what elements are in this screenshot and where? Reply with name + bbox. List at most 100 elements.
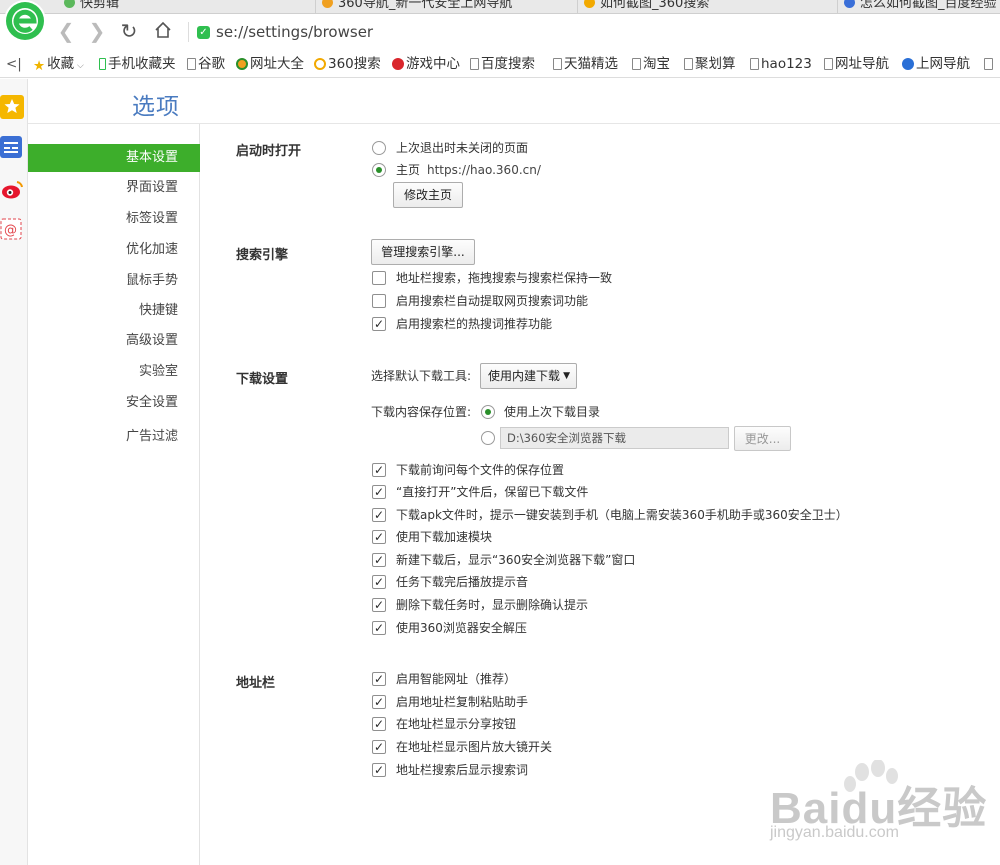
checkbox-accelerate[interactable]: ✓ [372,530,386,544]
checkbox-label: 启用搜索栏的热搜词推荐功能 [396,317,553,331]
tab-strip: 快剪辑 360导航_新一代安全上网导航 如何截图_360搜索 怎么如何截图_百度… [0,0,1000,14]
radio-home-page[interactable] [372,163,386,177]
bookmark-hao123[interactable]: hao123 [750,55,812,73]
checkbox-share-button[interactable]: ✓ [372,717,386,731]
favorites-star-icon[interactable] [0,95,24,119]
bookmark-label: 淘宝 [643,56,670,72]
download-location-label: 下载内容保存位置: [371,405,472,419]
bookmark-tmall[interactable]: 天猫精选 [553,55,618,73]
radio-custom-dir[interactable] [481,431,495,445]
back-button[interactable]: ❮ [55,20,77,42]
address-row: ❮ ❯ ↻ ✓ se://settings/browser [0,14,1000,50]
mail-at-icon[interactable]: @ [0,218,24,242]
bookmark-label: 收藏 [47,56,75,72]
page-icon [750,58,759,70]
radio-label: 使用上次下载目录 [504,405,601,419]
nav-item-security[interactable]: 安全设置 [28,389,200,417]
bookmarks-collapse-button[interactable]: <| [6,55,22,73]
checkbox-paste-helper[interactable]: ✓ [372,695,386,709]
checkbox-confirm-delete[interactable]: ✓ [372,598,386,612]
checkbox-apk-prompt[interactable]: ✓ [372,508,386,522]
bookmark-shangwangdaohang[interactable]: 上网导航 [902,55,970,73]
nav-item-mouse-gestures[interactable]: 鼠标手势 [28,267,200,295]
tab-360-search[interactable]: 如何截图_360搜索 [578,0,838,13]
sidebar-icon-bar: @ [0,79,28,865]
bookmark-label: 手机收藏夹 [108,56,176,72]
checkbox-search-hot[interactable]: ✓ [372,317,386,331]
radio-use-last-dir[interactable] [481,405,495,419]
checkbox-label: 启用搜索栏自动提取网页搜索词功能 [396,294,589,308]
checkbox-safe-unzip[interactable]: ✓ [372,621,386,635]
page-icon [824,58,833,70]
bookmark-taobao[interactable]: 淘宝 [632,55,670,73]
bookmark-label: hao123 [761,56,812,72]
bookmark-baidu[interactable]: 百度搜索 [470,55,535,73]
nav-item-optimize[interactable]: 优化加速 [28,236,200,264]
bookmarks-bar: <| ★ 收藏 ⌵ 手机收藏夹 谷歌 网址大全 360搜索 游戏中心 百度搜索 天… [0,50,1000,78]
weibo-icon[interactable] [0,178,24,202]
tab-baidu-jingyan[interactable]: 怎么如何截图_百度经验 [838,0,1000,13]
nav-item-basic[interactable]: 基本设置 [28,144,200,172]
change-dir-button[interactable]: 更改... [734,426,791,451]
360-nav-icon [236,58,248,70]
checkbox-play-sound[interactable]: ✓ [372,575,386,589]
address-input[interactable]: se://settings/browser [216,23,373,41]
change-home-button[interactable]: 修改主页 [393,182,463,208]
download-tool-select[interactable]: 使用内建下载 ▼ [480,363,577,389]
home-button[interactable] [152,20,174,42]
bookmark-label: 百度搜索 [481,56,535,72]
checkbox-ask-location[interactable]: ✓ [372,463,386,477]
nav-item-interface[interactable]: 界面设置 [28,174,200,202]
bookmark-favorites[interactable]: ★ 收藏 ⌵ [33,55,84,75]
checkbox-label: 在地址栏显示图片放大镜开关 [396,740,553,754]
checkbox-label: 启用智能网址（推荐） [396,672,517,686]
checkbox-keep-opened[interactable]: ✓ [372,485,386,499]
bookmark-google[interactable]: 谷歌 [187,55,225,73]
checkbox-search-extract[interactable] [372,294,386,308]
checkbox-smart-url[interactable]: ✓ [372,672,386,686]
checkbox-search-sync[interactable] [372,271,386,285]
divider [188,22,189,42]
bookmark-overflow[interactable] [984,55,995,73]
checkbox-show-search-term[interactable]: ✓ [372,763,386,777]
shield-icon[interactable]: ✓ [197,26,210,39]
bookmark-mobile[interactable]: 手机收藏夹 [99,55,176,73]
bookmark-360search[interactable]: 360搜索 [314,55,381,73]
reading-list-icon[interactable] [0,136,24,160]
bookmark-label: 网址导航 [835,56,889,72]
bookmark-wangzhidaquan[interactable]: 网址大全 [236,55,304,73]
bookmark-juhuasuan[interactable]: 聚划算 [684,55,736,73]
section-title-addressbar: 地址栏 [236,676,276,691]
section-title-search: 搜索引擎 [236,248,289,263]
browser-logo-icon[interactable] [4,0,46,42]
360-search-icon [584,0,595,8]
page-icon [187,58,196,70]
refresh-button[interactable]: ↻ [118,20,140,42]
nav-item-adblock[interactable]: 广告过滤 [28,423,200,451]
checkbox-label: 下载apk文件时，提示一键安装到手机（电脑上需安装360手机助手或360安全卫士… [396,508,848,522]
bookmark-game-center[interactable]: 游戏中心 [392,55,460,73]
tab-label: 360导航_新一代安全上网导航 [338,0,513,11]
radio-label: 上次退出时未关闭的页面 [396,141,529,155]
checkbox-label: 删除下载任务时，显示删除确认提示 [396,598,589,612]
tab-360-nav[interactable]: 360导航_新一代安全上网导航 [316,0,578,13]
checkbox-label: 地址栏搜索后显示搜索词 [396,763,529,777]
ie-icon [902,58,914,70]
tab-kuaijianji[interactable]: 快剪辑 [58,0,316,13]
bookmark-label: 上网导航 [916,56,970,72]
nav-item-shortcuts[interactable]: 快捷键 [28,297,200,325]
radio-last-session[interactable] [372,141,386,155]
checkbox-magnifier[interactable]: ✓ [372,740,386,754]
nav-item-advanced[interactable]: 高级设置 [28,327,200,355]
download-path-field[interactable]: D:\360安全浏览器下载 [500,427,729,449]
manage-search-engines-button[interactable]: 管理搜索引擎... [371,239,475,265]
bookmark-wangzhidaohang[interactable]: 网址导航 [824,55,889,73]
checkbox-label: 下载前询问每个文件的保存位置 [396,463,565,477]
tab-label: 怎么如何截图_百度经验 [860,0,997,11]
tab-label: 快剪辑 [80,0,120,11]
nav-item-lab[interactable]: 实验室 [28,358,200,386]
forward-button[interactable]: ❯ [86,20,108,42]
nav-item-tabs[interactable]: 标签设置 [28,205,200,233]
checkbox-show-window[interactable]: ✓ [372,553,386,567]
svg-text:@: @ [4,223,17,238]
